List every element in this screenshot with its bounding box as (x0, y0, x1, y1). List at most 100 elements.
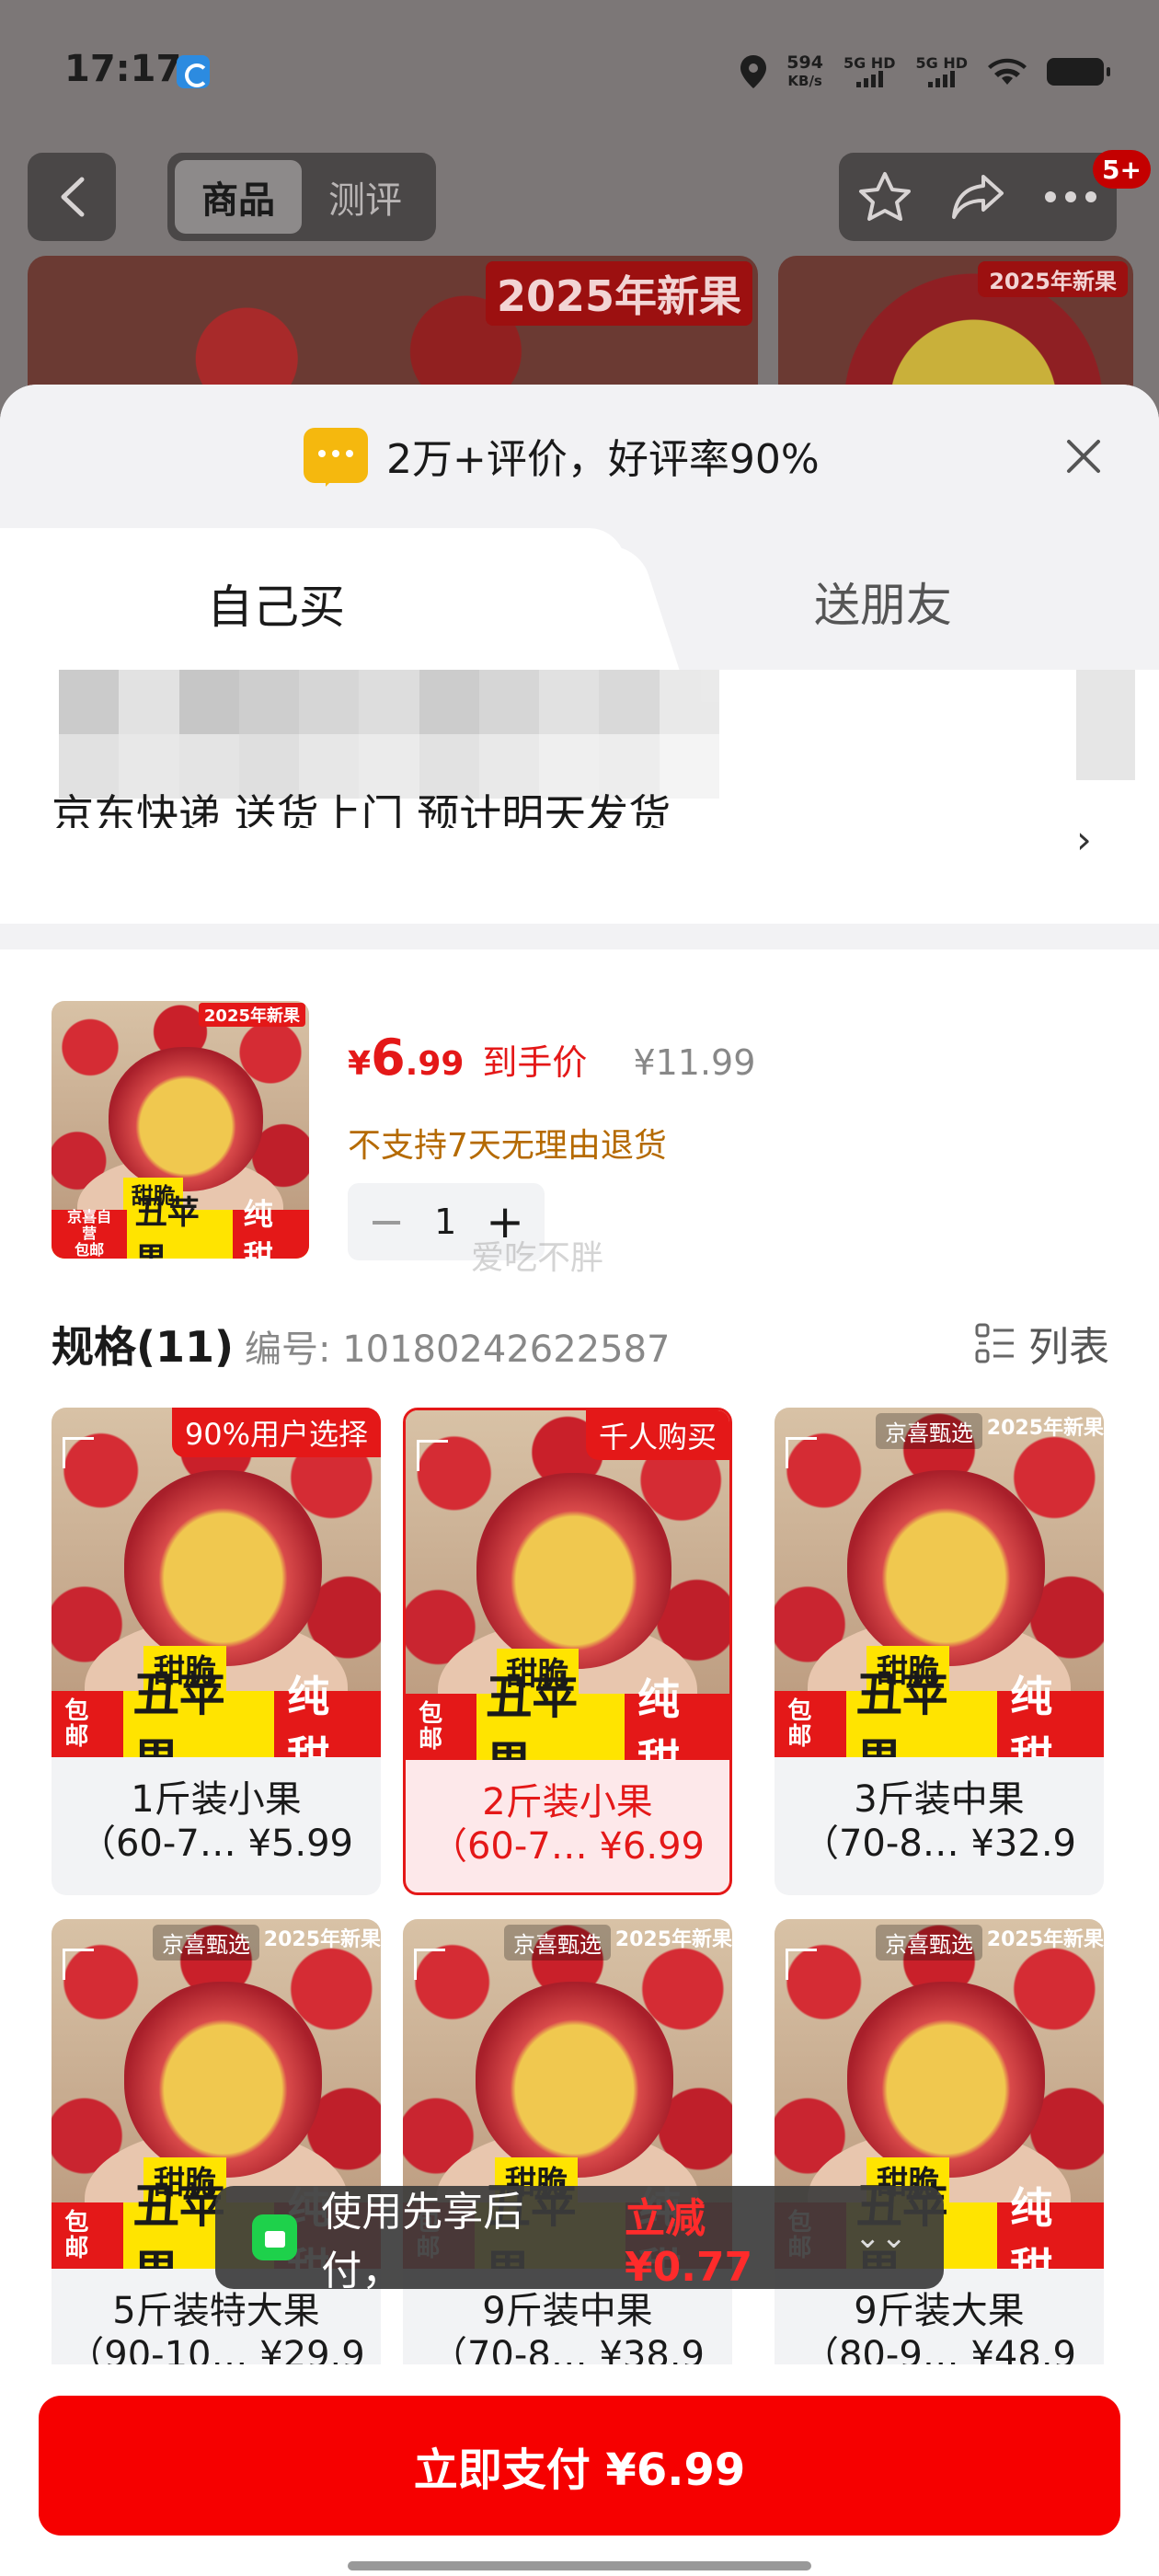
spec-card-image: 甜脆 包邮丑苹果纯甜 (52, 1408, 381, 1757)
list-icon (975, 1323, 1014, 1363)
location-icon (740, 55, 767, 88)
thumb-name: 丑苹果 (134, 1195, 200, 1259)
more-icon[interactable] (1043, 190, 1098, 203)
message-badge: 5+ (1093, 150, 1151, 189)
spec-card-brand: 2025年新果 (263, 1928, 381, 1951)
card-sweet: 纯甜 (996, 2183, 1104, 2269)
share-icon[interactable] (950, 173, 1005, 221)
spec-card-name-2: （60-7… ¥6.99 (430, 1825, 705, 1868)
product-summary: 2025年新果 甜脆 京喜自营包邮 丑苹果 纯甜 ¥6.99 到手价 ¥11.9… (52, 1001, 1109, 1277)
spec-card-name-2: （70-8… ¥32.9 (801, 1823, 1076, 1865)
currency-symbol: ¥ (348, 1045, 372, 1083)
spec-card-name-1: 2斤装小果 (482, 1781, 653, 1823)
tab-gift-friend[interactable]: 送朋友 (681, 569, 1085, 635)
spec-card[interactable]: 甜脆 包邮丑苹果纯甜 京喜甄选 2025年新果 5斤装特大果（90-10… ¥2… (52, 1919, 381, 2383)
spec-card-selected[interactable]: 甜脆 包邮丑苹果纯甜 千人购买 2斤装小果（60-7… ¥6.99 (403, 1408, 732, 1895)
expand-icon[interactable] (414, 1949, 445, 1980)
bottom-bar: 立即支付 ¥6.99 (0, 2364, 1159, 2576)
star-icon[interactable] (857, 170, 912, 224)
status-time: 17:17 (64, 48, 182, 90)
spec-card[interactable]: 甜脆 包邮丑苹果纯甜 京喜甄选 2025年新果 9斤装中果（70-8… ¥38.… (403, 1919, 732, 2383)
page-tab-switch: 商品 测评 (167, 153, 436, 241)
spec-card-label: 京喜甄选 (876, 1413, 982, 1449)
spec-card-image: 甜脆 包邮丑苹果纯甜 京喜甄选 2025年新果 (775, 1408, 1104, 1757)
spec-card-name: 3斤装中果 （70-8… ¥32.9 (775, 1777, 1104, 1866)
spec-card[interactable]: 甜脆 包邮丑苹果纯甜 京喜甄选 2025年新果 9斤装大果（80-9… ¥48.… (775, 1919, 1104, 2383)
chat-bubble-icon (304, 428, 368, 487)
decrease-button[interactable]: − (368, 1196, 405, 1248)
chevron-down-icon[interactable]: ⌄⌄ (855, 2219, 907, 2256)
thumb-self-ship: 京喜自营 包邮 (52, 1208, 128, 1259)
rating-text: 2万+评价，好评率90% (386, 436, 820, 483)
hero-image: 2025年新果 (28, 256, 758, 403)
spec-card-brand: 2025年新果 (986, 1417, 1104, 1440)
signal-bars-icon (915, 71, 968, 87)
expand-icon[interactable] (786, 1949, 817, 1980)
section-divider (0, 924, 1159, 949)
hero-tag: 2025年新果 (485, 261, 752, 326)
thumb-self: 京喜自营 (67, 1208, 112, 1243)
pay-now-button[interactable]: 立即支付 ¥6.99 (39, 2396, 1120, 2536)
spec-card-name-2: （60-7… ¥5.99 (78, 1823, 353, 1865)
spec-header: 规格(11) 编号: 10180242622587 列表 (52, 1314, 1109, 1372)
home-indicator (348, 2561, 811, 2570)
thumb-sweet: 纯甜 (233, 1197, 309, 1259)
expand-icon[interactable] (63, 1437, 94, 1468)
spec-card-name-1: 1斤装小果 (131, 1778, 302, 1821)
apple-image: 甜脆 包邮丑苹果纯甜 (775, 1408, 1104, 1757)
expand-icon[interactable] (417, 1440, 448, 1471)
app-notification-icon (177, 55, 210, 88)
chevron-right-icon[interactable]: › (1076, 817, 1092, 862)
address-redacted (59, 670, 719, 799)
spec-card[interactable]: 甜脆 包邮丑苹果纯甜 90%用户选择 1斤装小果（60-7… ¥5.99 (52, 1408, 381, 1895)
final-price: ¥6.99 (348, 1029, 464, 1087)
spec-card-name-1: 9斤装大果 (854, 2290, 1025, 2332)
delivery-address[interactable]: 京东快递 送货上门 预计明天发货 (0, 670, 1159, 946)
signal-1-label: 5G HD (843, 54, 896, 72)
signal-bars-icon (843, 71, 896, 87)
tab-goods[interactable]: 商品 (175, 160, 302, 234)
product-code: 编号: 10180242622587 (245, 1328, 671, 1371)
battery-icon (1047, 58, 1110, 86)
spec-card-tag: 千人购买 (585, 1410, 729, 1460)
apple-image: 甜脆 包邮丑苹果纯甜 (52, 1408, 381, 1757)
original-price: ¥11.99 (633, 1042, 756, 1083)
no-return-notice: 不支持7天无理由退货 (348, 1127, 667, 1165)
price-dec: .99 (405, 1045, 465, 1083)
address-redacted-right (1076, 670, 1135, 780)
back-button[interactable] (28, 153, 116, 241)
close-icon[interactable] (1063, 436, 1104, 477)
price-row: ¥6.99 到手价 ¥11.99 (348, 1029, 755, 1087)
spec-card-label: 京喜甄选 (153, 1925, 259, 1961)
list-view-label: 列表 (1028, 1324, 1109, 1371)
signal-2: 5G HD (915, 56, 968, 87)
product-thumbnail[interactable]: 2025年新果 甜脆 京喜自营包邮 丑苹果 纯甜 (52, 1001, 309, 1259)
signal-1: 5G HD (843, 54, 896, 87)
pay-later-toast[interactable]: 使用先享后付， 立减¥0.77 ⌄⌄ (215, 2186, 944, 2294)
card-sweet: 纯甜 (624, 1674, 729, 1760)
network-speed: 594 KB/s (786, 53, 823, 90)
spec-card-name: 2斤装小果 （60-7… ¥6.99 (406, 1780, 729, 1869)
spec-card[interactable]: 甜脆 包邮丑苹果纯甜 京喜甄选 2025年新果 3斤装中果（70-8… ¥32.… (775, 1408, 1104, 1895)
quantity-value[interactable]: 1 (434, 1202, 456, 1242)
card-name: 丑苹果 (855, 1667, 948, 1757)
status-icons: 594 KB/s 5G HD 5G HD (740, 52, 1110, 92)
list-view-toggle[interactable]: 列表 (975, 1314, 1109, 1373)
thumb-ship: 包邮 (75, 1241, 105, 1259)
shopping-bag-icon (252, 2214, 298, 2260)
expand-icon[interactable] (63, 1949, 94, 1980)
card-ship: 包邮 (52, 1690, 124, 1757)
spec-card-image: 甜脆 包邮丑苹果纯甜 (406, 1410, 729, 1760)
hero-image-next: 2025年新果 (778, 256, 1133, 403)
signal-2-label: 5G HD (915, 54, 968, 72)
chevron-left-icon (61, 177, 85, 217)
wifi-icon (988, 58, 1027, 85)
thumb-strip: 京喜自营包邮 丑苹果 纯甜 (52, 1195, 309, 1259)
card-name: 丑苹果 (132, 1667, 225, 1757)
network-speed-value: 594 (786, 52, 823, 73)
spec-card-name: 1斤装小果 （60-7… ¥5.99 (52, 1777, 381, 1866)
tab-buy-self[interactable]: 自己买 (0, 528, 625, 675)
tab-review[interactable]: 测评 (302, 160, 429, 234)
expand-icon[interactable] (786, 1437, 817, 1468)
action-group (839, 153, 1117, 241)
